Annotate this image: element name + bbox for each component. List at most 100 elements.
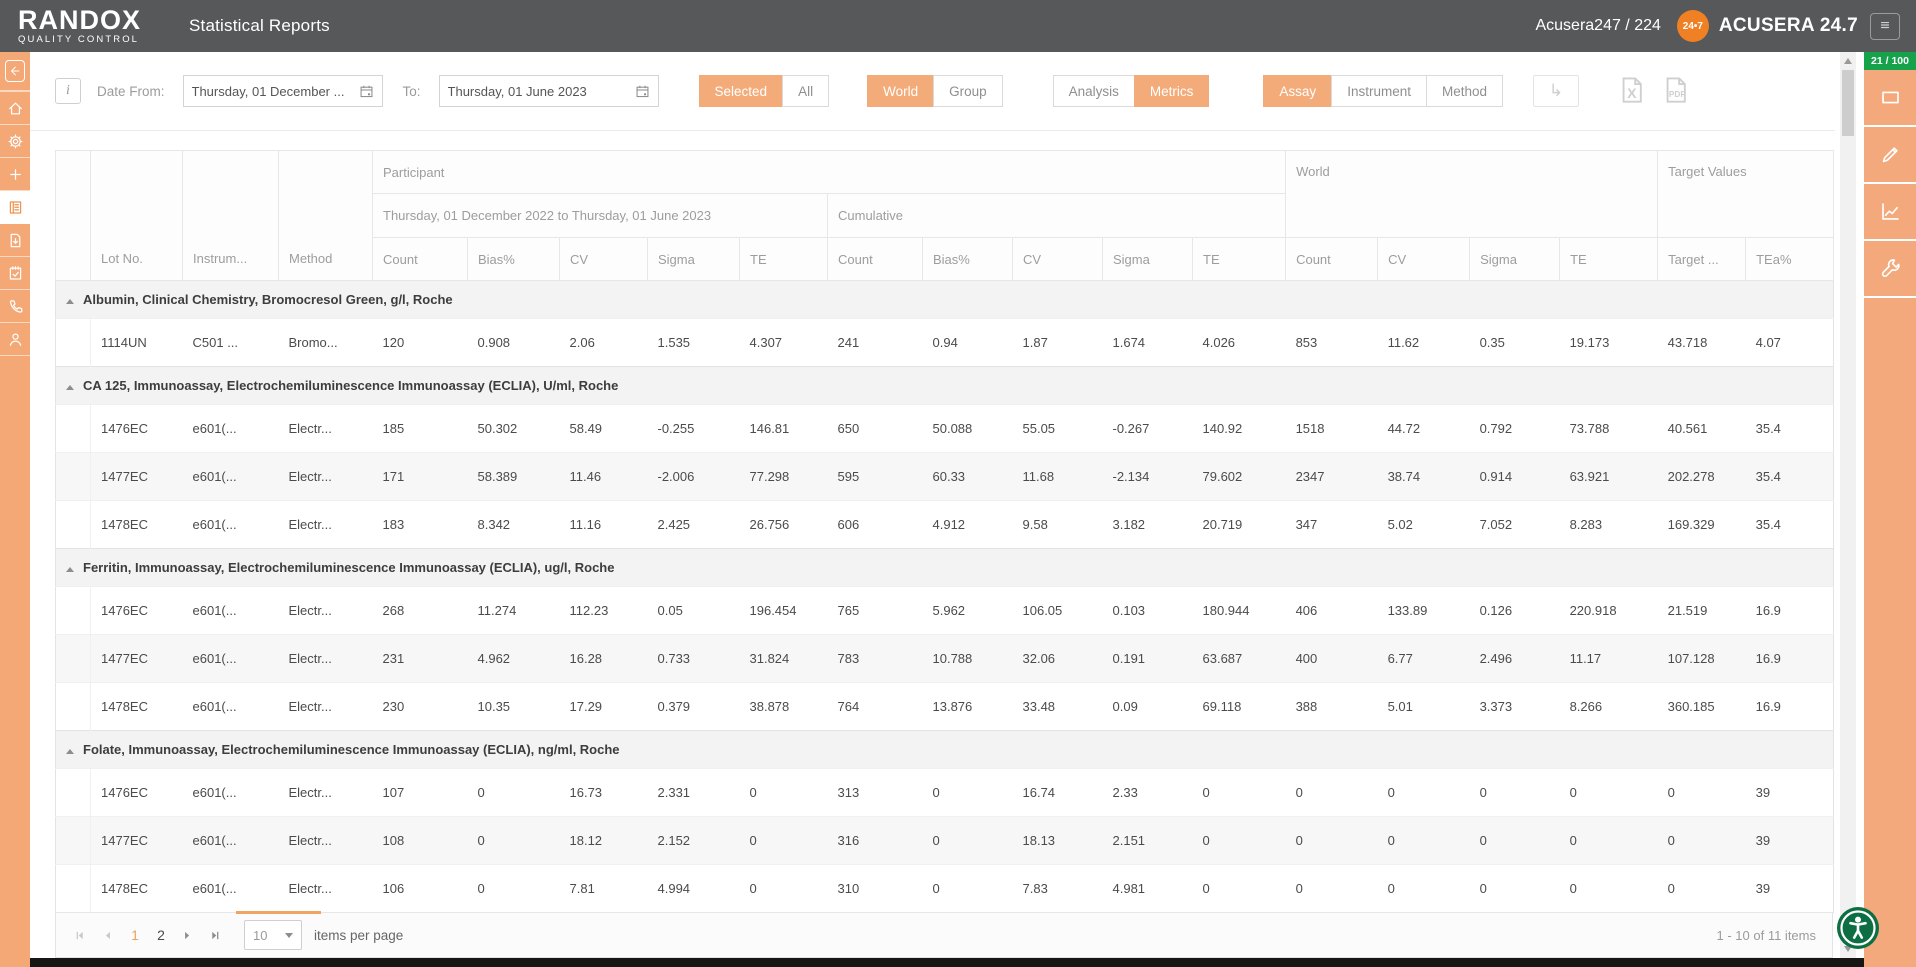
column-header-count[interactable]: Count bbox=[827, 237, 923, 281]
assay-group-row[interactable]: Albumin, Clinical Chemistry, Bromocresol… bbox=[55, 280, 1834, 319]
date-to-input[interactable]: Thursday, 01 June 2023 bbox=[438, 75, 659, 107]
column-header-cv[interactable]: CV bbox=[1012, 237, 1103, 281]
vertical-scrollbar[interactable] bbox=[1840, 52, 1856, 958]
scrollbar-thumb[interactable] bbox=[1842, 70, 1854, 136]
cell: 0 bbox=[1469, 816, 1560, 865]
cell: 16.73 bbox=[559, 768, 648, 817]
cell: 0 bbox=[1192, 816, 1286, 865]
toggle-world[interactable]: World bbox=[867, 75, 935, 107]
cell: 0.35 bbox=[1469, 318, 1560, 367]
page-size-value: 10 bbox=[253, 927, 268, 943]
cell: 33.48 bbox=[1012, 682, 1103, 731]
tool-capture[interactable] bbox=[1864, 70, 1916, 127]
cell: 2.152 bbox=[647, 816, 740, 865]
sidebar-item-back[interactable] bbox=[0, 52, 30, 92]
collapse-icon[interactable] bbox=[66, 749, 74, 754]
home-icon bbox=[7, 100, 24, 117]
collapse-icon[interactable] bbox=[66, 385, 74, 390]
column-header-te[interactable]: TE bbox=[739, 237, 828, 281]
column-header-bias[interactable]: Bias% bbox=[467, 237, 560, 281]
sidebar-item-tasks[interactable] bbox=[0, 257, 30, 290]
column-header-sigma[interactable]: Sigma bbox=[1469, 237, 1561, 281]
next-page-button[interactable] bbox=[174, 922, 200, 948]
hamburger-menu-button[interactable] bbox=[1870, 12, 1900, 40]
toggle-instrument[interactable]: Instrument bbox=[1331, 75, 1427, 107]
collapse-icon[interactable] bbox=[66, 567, 74, 572]
column-header-count[interactable]: Count bbox=[372, 237, 468, 281]
cell: 35.4 bbox=[1745, 500, 1834, 549]
toggle-method[interactable]: Method bbox=[1425, 75, 1503, 107]
sidebar-item-profile[interactable] bbox=[0, 323, 30, 356]
date-from-input[interactable]: Thursday, 01 December ... bbox=[182, 75, 383, 107]
column-header-sigma[interactable]: Sigma bbox=[1102, 237, 1193, 281]
calendar-icon[interactable] bbox=[359, 84, 374, 99]
table-row: 1477EC e601(... Electr... 171 58.389 11.46 -2.… bbox=[55, 452, 1834, 501]
sidebar-item-home[interactable] bbox=[0, 92, 30, 125]
column-header-count[interactable]: Count bbox=[1285, 237, 1379, 281]
cell: 0.103 bbox=[1102, 586, 1193, 635]
date-to-label: To: bbox=[402, 83, 421, 99]
cell: 11.16 bbox=[559, 500, 648, 549]
last-page-button[interactable] bbox=[202, 922, 228, 948]
page-number-2[interactable]: 2 bbox=[148, 922, 174, 948]
export-excel-icon[interactable]: X bbox=[1617, 75, 1647, 107]
column-header-cv[interactable]: CV bbox=[559, 237, 648, 281]
sidebar-item-add[interactable] bbox=[0, 158, 30, 191]
toggle-all[interactable]: All bbox=[782, 75, 830, 107]
page-number-1[interactable]: 1 bbox=[122, 922, 148, 948]
column-header-sigma[interactable]: Sigma bbox=[647, 237, 740, 281]
cell: 16.9 bbox=[1745, 586, 1834, 635]
toggle-assay[interactable]: Assay bbox=[1263, 75, 1333, 107]
sidebar-item-settings[interactable] bbox=[0, 125, 30, 158]
info-button[interactable]: i bbox=[55, 78, 81, 104]
cell: 8.266 bbox=[1559, 682, 1658, 731]
cell: 2.425 bbox=[647, 500, 740, 549]
svg-text:X: X bbox=[1627, 85, 1637, 101]
sidebar-item-contact[interactable] bbox=[0, 290, 30, 323]
rectangle-icon bbox=[1879, 86, 1902, 109]
cell: 0 bbox=[1559, 816, 1658, 865]
sidebar-item-downloads[interactable] bbox=[0, 224, 30, 257]
column-header-bias[interactable]: Bias% bbox=[922, 237, 1013, 281]
tool-analytics[interactable] bbox=[1864, 184, 1916, 241]
toggle-selected[interactable]: Selected bbox=[698, 75, 784, 107]
forward-arrow-button[interactable]: ↳ bbox=[1533, 75, 1579, 107]
cell: 231 bbox=[372, 634, 468, 683]
page-size-select[interactable]: 10 bbox=[244, 920, 302, 950]
cell: 0 bbox=[1377, 864, 1470, 913]
cell: 1478EC bbox=[90, 864, 183, 913]
column-header-target[interactable]: Target ... bbox=[1657, 237, 1747, 281]
calendar-icon[interactable] bbox=[635, 84, 650, 99]
assay-group-row[interactable]: CA 125, Immunoassay, Electrochemilumines… bbox=[55, 366, 1834, 405]
first-page-button[interactable] bbox=[66, 922, 92, 948]
cell: 17.29 bbox=[559, 682, 648, 731]
column-header-lot-no[interactable]: Lot No. bbox=[90, 150, 183, 281]
toggle-metrics[interactable]: Metrics bbox=[1133, 75, 1210, 107]
cell: e601(... bbox=[182, 864, 279, 913]
pager-indicator bbox=[236, 911, 321, 914]
toggle-group[interactable]: Group bbox=[933, 75, 1003, 107]
cell: 241 bbox=[827, 318, 923, 367]
column-header-method[interactable]: Method bbox=[278, 150, 373, 281]
previous-page-button[interactable] bbox=[94, 922, 120, 948]
export-pdf-icon[interactable]: PDF bbox=[1661, 75, 1691, 107]
column-header-tea[interactable]: TEa% bbox=[1745, 237, 1835, 281]
column-header-cv[interactable]: CV bbox=[1377, 237, 1471, 281]
column-header-instrument[interactable]: Instrum... bbox=[182, 150, 279, 281]
cell: 1.674 bbox=[1102, 318, 1193, 367]
column-header-te[interactable]: TE bbox=[1191, 237, 1287, 281]
scroll-up-icon[interactable] bbox=[1844, 58, 1852, 64]
assay-group-row[interactable]: Ferritin, Immunoassay, Electrochemilumin… bbox=[55, 548, 1834, 587]
assay-group-row[interactable]: Folate, Immunoassay, Electrochemilumines… bbox=[55, 730, 1834, 769]
sidebar-item-reports[interactable] bbox=[0, 191, 30, 224]
tool-annotate[interactable] bbox=[1864, 127, 1916, 184]
cell: 347 bbox=[1285, 500, 1378, 549]
cell: 1476EC bbox=[90, 768, 183, 817]
cell: Electr... bbox=[278, 816, 373, 865]
cell: 0.191 bbox=[1102, 634, 1193, 683]
column-header-te[interactable]: TE bbox=[1559, 237, 1659, 281]
accessibility-button[interactable] bbox=[1836, 906, 1880, 950]
toggle-analysis[interactable]: Analysis bbox=[1052, 75, 1135, 107]
tool-tools[interactable] bbox=[1864, 241, 1916, 298]
collapse-icon[interactable] bbox=[66, 299, 74, 304]
